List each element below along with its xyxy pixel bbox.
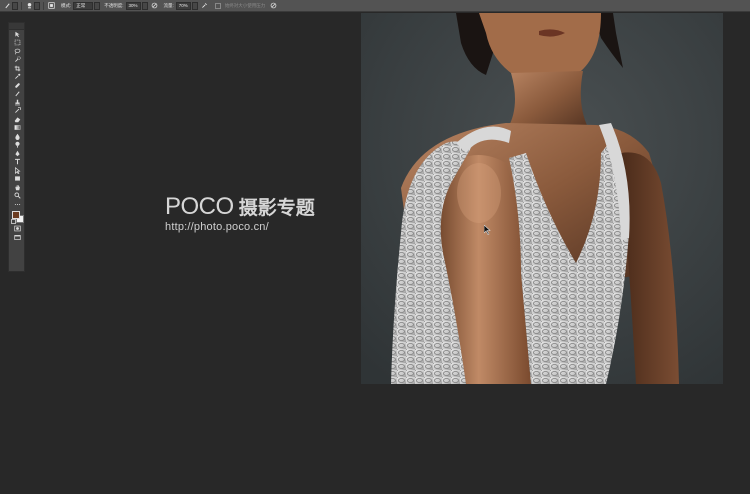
- hand-tool-icon[interactable]: [9, 183, 26, 192]
- pressure-size-label: 始终对大小使用压力: [224, 2, 266, 8]
- opacity-label: 不透明度:: [104, 2, 124, 8]
- tool-preset-dropdown[interactable]: [12, 1, 18, 10]
- shape-tool-icon[interactable]: [9, 175, 26, 184]
- tools-panel: [8, 22, 25, 272]
- pen-tool-icon[interactable]: [9, 149, 26, 158]
- marquee-tool-icon[interactable]: [9, 39, 26, 48]
- more-tools-icon[interactable]: [9, 200, 26, 209]
- dodge-tool-icon[interactable]: [9, 141, 26, 150]
- brush-panel-icon[interactable]: [47, 2, 55, 10]
- opacity-input[interactable]: 30%: [125, 1, 141, 10]
- brush-preset-icon[interactable]: [3, 2, 11, 10]
- foreground-color-swatch[interactable]: [12, 210, 20, 219]
- flow-label: 流量:: [163, 2, 174, 8]
- poco-logo: POCO: [165, 193, 234, 220]
- airbrush-icon[interactable]: [201, 2, 209, 10]
- tools-panel-grip[interactable]: [9, 23, 24, 30]
- mode-select[interactable]: 正常: [73, 1, 94, 10]
- default-colors-icon[interactable]: [11, 218, 16, 224]
- move-tool-icon[interactable]: [9, 30, 26, 39]
- screen-mode-icon[interactable]: [9, 233, 26, 242]
- document-canvas[interactable]: [361, 13, 723, 384]
- brush-size-picker-icon[interactable]: [25, 2, 33, 10]
- poco-url: http://photo.poco.cn/: [165, 221, 269, 233]
- clone-stamp-tool-icon[interactable]: [9, 98, 26, 107]
- brush-size-dropdown[interactable]: [34, 1, 40, 10]
- mode-label: 模式:: [61, 2, 72, 8]
- opacity-slider-toggle[interactable]: [141, 1, 148, 10]
- flow-input[interactable]: 70%: [175, 1, 191, 10]
- healing-brush-tool-icon[interactable]: [9, 81, 26, 90]
- type-tool-icon[interactable]: [9, 158, 26, 167]
- eyedropper-tool-icon[interactable]: [9, 73, 26, 82]
- size-pressure-icon[interactable]: [269, 2, 277, 10]
- pressure-size-checkbox[interactable]: [214, 2, 221, 9]
- color-swatches[interactable]: [9, 209, 26, 225]
- brush-cursor-icon: [484, 225, 492, 235]
- flow-slider-toggle[interactable]: [191, 1, 198, 10]
- gradient-tool-icon[interactable]: [9, 124, 26, 133]
- eraser-tool-icon[interactable]: [9, 115, 26, 124]
- lasso-tool-icon[interactable]: [9, 47, 26, 56]
- brush-tool-icon[interactable]: [9, 90, 26, 99]
- blur-tool-icon[interactable]: [9, 132, 26, 141]
- options-bar: 模式: 正常 不透明度: 30% 流量: 70% 始终对大小使用压力: [0, 0, 750, 12]
- poco-watermark: POCO 摄影专题 http://photo.poco.cn/: [165, 193, 315, 234]
- history-brush-tool-icon[interactable]: [9, 107, 26, 116]
- crop-tool-icon[interactable]: [9, 64, 26, 73]
- zoom-tool-icon[interactable]: [9, 192, 26, 201]
- mode-dropdown-arrow[interactable]: [94, 1, 101, 10]
- portrait-photo: [361, 13, 723, 384]
- quick-mask-icon[interactable]: [9, 225, 26, 234]
- poco-brand-text: 摄影专题: [238, 198, 315, 219]
- path-selection-tool-icon[interactable]: [9, 166, 26, 175]
- quick-selection-tool-icon[interactable]: [9, 56, 26, 65]
- opacity-pressure-icon[interactable]: [151, 2, 159, 10]
